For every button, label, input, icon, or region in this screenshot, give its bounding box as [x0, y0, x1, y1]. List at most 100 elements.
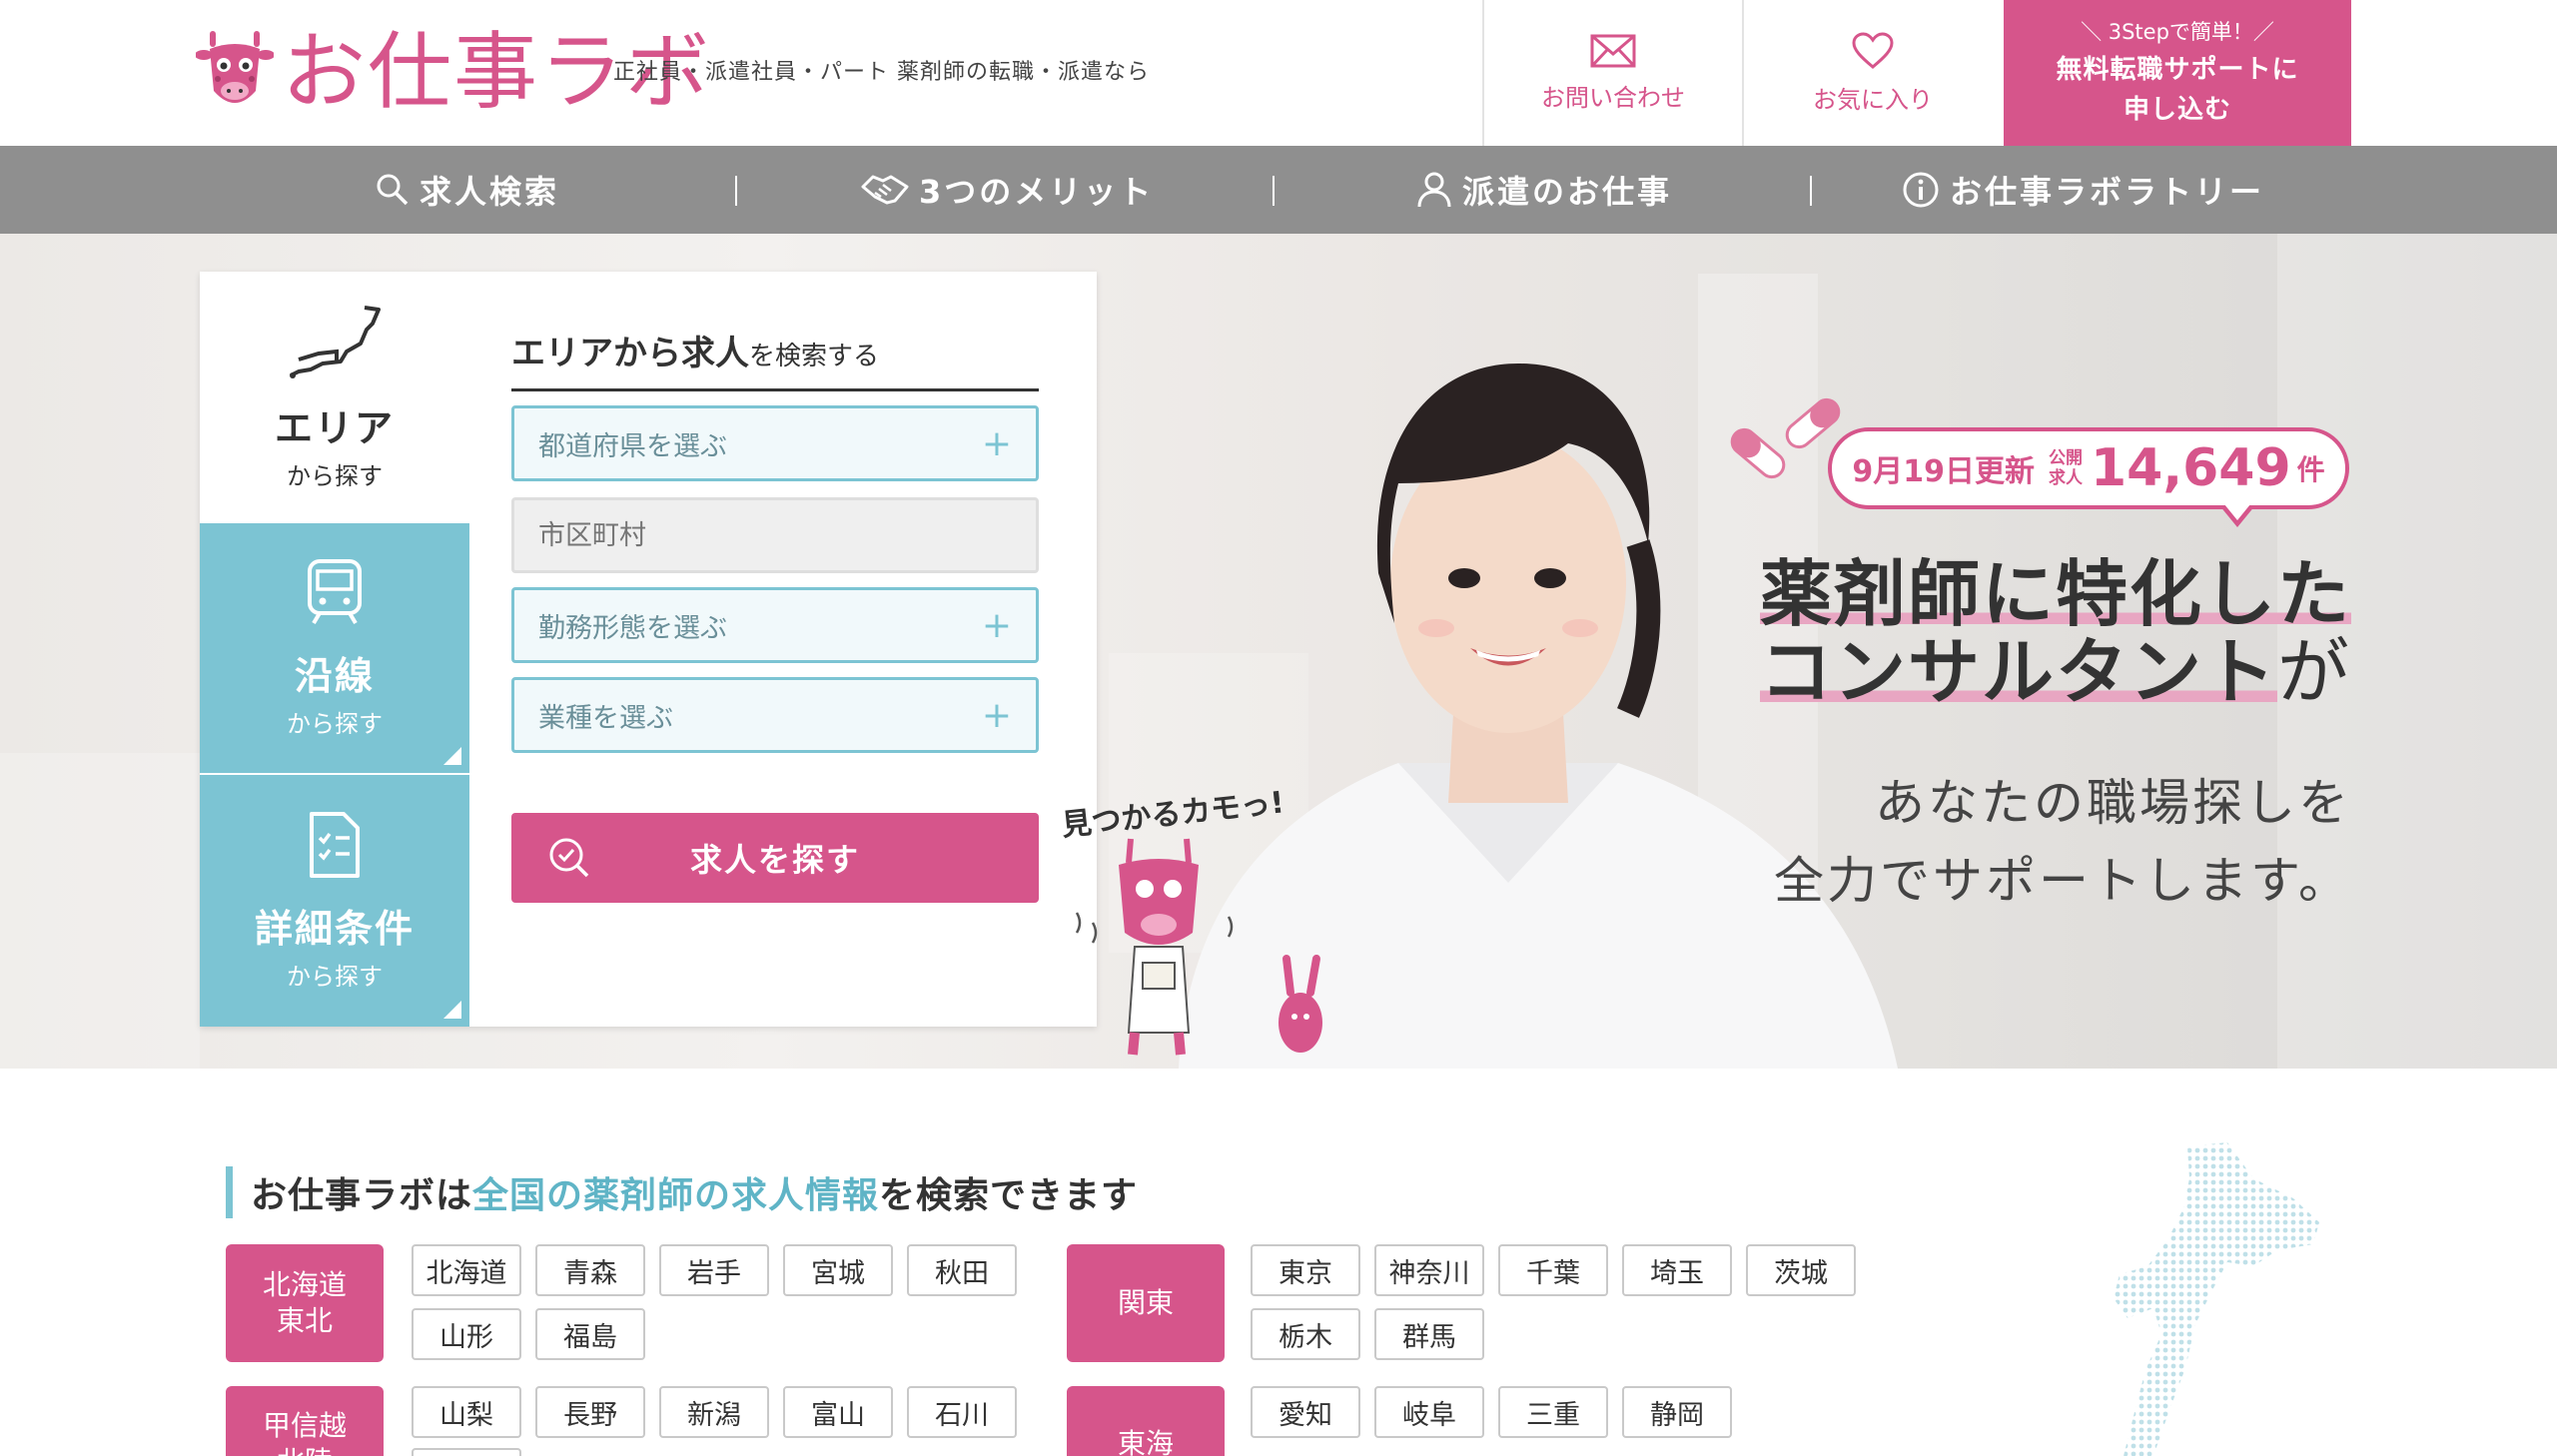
japan-dot-map: [2114, 1142, 2319, 1456]
corner-triangle-icon: [443, 747, 461, 765]
pref-button[interactable]: 長野: [535, 1386, 645, 1438]
site-tagline: 正社員・派遣社員・パート 薬剤師の転職・派遣なら: [613, 60, 1150, 85]
japan-map-icon: [290, 306, 381, 378]
pref-button[interactable]: 石川: [907, 1386, 1017, 1438]
pref-button[interactable]: 愛知: [1251, 1386, 1360, 1438]
employment-type-select[interactable]: 勤務形態を選ぶ +: [511, 587, 1039, 663]
cta-subtext: ＼ 3Stepで簡単！／: [2081, 20, 2274, 44]
pref-button[interactable]: 秋田: [907, 1244, 1017, 1296]
hero-section: エリア から探す 沿線 から探す 詳細条件 から探す エリアから求人を検索する …: [0, 234, 2557, 1069]
pref-button[interactable]: 岩手: [659, 1244, 769, 1296]
tab-area-search[interactable]: エリア から探す: [200, 272, 469, 523]
title-accent: 全国の薬剤師の求人情報: [472, 1175, 880, 1216]
find-jobs-button[interactable]: 求人を探す: [511, 813, 1039, 903]
free-support-cta-button[interactable]: ＼ 3Stepで簡単！／ 無料転職サポートに 申し込む: [2004, 0, 2351, 146]
corner-triangle-icon: [443, 1001, 461, 1019]
pref-button[interactable]: 埼玉: [1622, 1244, 1732, 1296]
region-name: 関東: [1117, 1286, 1174, 1319]
title-prefix: お仕事ラボは: [251, 1175, 473, 1216]
public-label-2: 求人: [2048, 468, 2083, 488]
job-count: 14,649: [2090, 438, 2291, 498]
tab-subtitle: から探す: [287, 710, 383, 738]
heart-icon: [1852, 31, 1894, 69]
pref-button[interactable]: 千葉: [1498, 1244, 1608, 1296]
pref-button[interactable]: 宮城: [783, 1244, 893, 1296]
plus-icon: +: [981, 604, 1012, 646]
job-count-unit: 件: [2296, 453, 2325, 486]
tab-title: 詳細条件: [254, 907, 415, 951]
mail-icon: [1590, 34, 1636, 67]
nav-job-search[interactable]: 求人検索: [376, 146, 559, 234]
title-suffix: を検索できます: [879, 1175, 1139, 1216]
search-icon: [377, 174, 409, 206]
nav-label: 3つのメリット: [919, 173, 1155, 211]
site-header: お仕事ラボ 正社員・派遣社員・パート 薬剤師の転職・派遣なら お問い合わせ お気…: [0, 0, 2557, 146]
nav-label: お仕事ラボラトリー: [1950, 173, 2265, 211]
region-hokkaido-tohoku[interactable]: 北海道 東北: [226, 1244, 384, 1362]
pref-button[interactable]: 青森: [535, 1244, 645, 1296]
favorites-button[interactable]: お気に入り: [1742, 0, 2002, 146]
global-nav: 求人検索 3つのメリット 派遣のお仕事 お仕事ラボラトリー: [0, 146, 2557, 234]
search-heading-rest: を検索する: [749, 342, 880, 371]
person-icon: [1417, 172, 1451, 208]
giraffe-logo-icon: [196, 31, 274, 103]
pref-button[interactable]: 静岡: [1622, 1386, 1732, 1438]
public-label-1: 公開: [2048, 448, 2083, 468]
favorites-label: お気に入り: [1813, 85, 1933, 114]
pref-button[interactable]: 北海道: [412, 1244, 521, 1296]
prefecture-select[interactable]: 都道府県を選ぶ +: [511, 405, 1039, 481]
plus-icon: +: [981, 694, 1012, 736]
pref-button[interactable]: 岐阜: [1374, 1386, 1484, 1438]
pref-button[interactable]: 神奈川: [1374, 1244, 1484, 1296]
contact-button[interactable]: お問い合わせ: [1482, 0, 1742, 146]
giraffe-mascot-illustration: [1075, 838, 1322, 1056]
hero-sub-1: あなたの職場探しを: [1875, 774, 2351, 832]
employment-select-label: 勤務形態を選ぶ: [538, 612, 727, 644]
area-section-title: お仕事ラボは全国の薬剤師の求人情報を検索できます: [226, 1166, 1138, 1218]
pref-button[interactable]: 群馬: [1374, 1308, 1484, 1360]
region-kanto[interactable]: 関東: [1067, 1244, 1225, 1362]
pref-button[interactable]: 茨城: [1746, 1244, 1856, 1296]
tab-subtitle: から探す: [287, 963, 383, 991]
hero-sub-2: 全力でサポートします。: [1774, 852, 2351, 910]
pref-button[interactable]: 栃木: [1251, 1308, 1360, 1360]
region-tokai[interactable]: 東海: [1067, 1386, 1225, 1456]
pref-button[interactable]: 福島: [535, 1308, 645, 1360]
industry-select[interactable]: 業種を選ぶ +: [511, 677, 1039, 753]
nav-merits[interactable]: 3つのメリット: [861, 146, 1154, 234]
pref-button[interactable]: 東京: [1251, 1244, 1360, 1296]
pref-button[interactable]: 三重: [1498, 1386, 1608, 1438]
background-shelf: [0, 753, 200, 1069]
public-jobs-label: 公開 求人: [2049, 448, 2083, 488]
headline-suffix: が: [2276, 630, 2351, 714]
nav-divider: [1810, 176, 1812, 206]
handshake-icon: [861, 175, 909, 205]
nav-dispatch-jobs[interactable]: 派遣のお仕事: [1416, 146, 1672, 234]
tab-line-search[interactable]: 沿線 から探す: [200, 523, 469, 773]
nav-label: 派遣のお仕事: [1462, 173, 1673, 211]
pref-button[interactable]: [412, 1448, 521, 1456]
region-name: 北陸: [277, 1444, 333, 1456]
region-name: 東北: [276, 1304, 333, 1337]
pref-button[interactable]: 富山: [783, 1386, 893, 1438]
tab-title: エリア: [274, 406, 395, 450]
search-heading: エリアから求人を検索する: [511, 326, 1039, 391]
region-name: 北海道: [262, 1268, 347, 1301]
contact-label: お問い合わせ: [1541, 83, 1685, 112]
pref-button[interactable]: 山形: [412, 1308, 521, 1360]
update-date: 9月19日更新: [1852, 454, 2035, 489]
city-input[interactable]: [511, 497, 1039, 573]
nav-label: 求人検索: [420, 173, 560, 211]
tab-detail-search[interactable]: 詳細条件 から探す: [200, 775, 469, 1027]
nav-laboratory[interactable]: お仕事ラボラトリー: [1902, 146, 2264, 234]
pref-button[interactable]: 山梨: [412, 1386, 521, 1438]
bubble-tail-inner: [2224, 504, 2250, 520]
region-name: 東海: [1117, 1427, 1174, 1456]
industry-select-label: 業種を選ぶ: [538, 702, 673, 734]
region-koshinetsu-hokuriku[interactable]: 甲信越 北陸: [226, 1386, 384, 1456]
nav-divider: [735, 176, 737, 206]
pref-button[interactable]: 新潟: [659, 1386, 769, 1438]
tab-subtitle: から探す: [287, 462, 383, 490]
search-heading-bold: エリアから求人: [511, 334, 749, 373]
info-icon: [1903, 172, 1939, 208]
